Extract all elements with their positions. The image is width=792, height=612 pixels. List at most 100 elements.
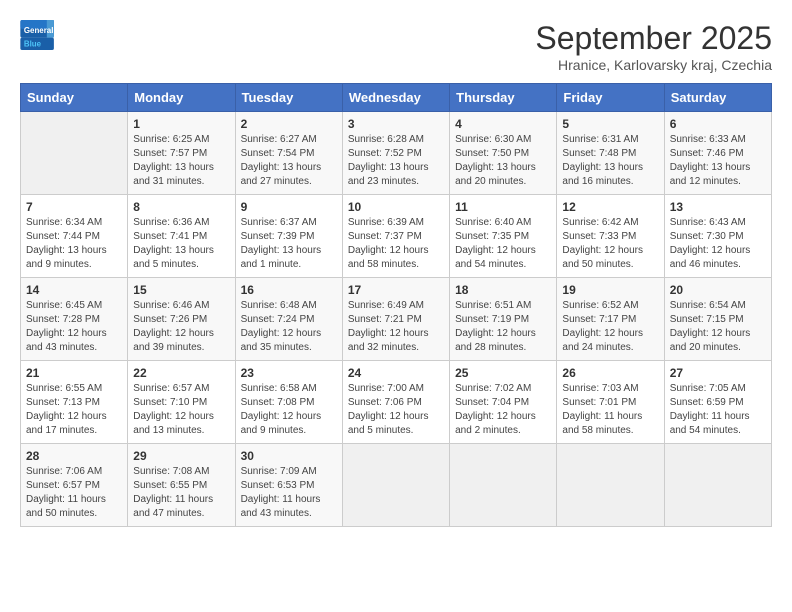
calendar-cell: 19 Sunrise: 6:52 AM Sunset: 7:17 PM Dayli…: [557, 278, 664, 361]
cell-content: Sunrise: 7:05 AM Sunset: 6:59 PM Dayligh…: [670, 382, 766, 438]
day-number: 22: [133, 366, 229, 380]
logo-icon: General Blue: [20, 20, 56, 50]
calendar-cell: 5Sunrise: 6:31 AM Sunset: 7:48 PM Daylig…: [557, 112, 664, 195]
location: Hranice, Karlovarsky kraj, Czechia: [535, 57, 772, 73]
cell-content: Sunrise: 6:42 AM Sunset: 7:33 PM Dayligh…: [562, 216, 658, 272]
cell-content: Sunrise: 6:46 AM Sunset: 7:26 PM Dayligh…: [133, 299, 229, 355]
calendar-cell: 18 Sunrise: 6:51 AM Sunset: 7:19 PM Dayli…: [450, 278, 557, 361]
calendar-cell: 10Sunrise: 6:39 AM Sunset: 7:37 PM Dayli…: [342, 195, 449, 278]
weekday-header: Friday: [557, 84, 664, 112]
cell-content: Sunrise: 6:55 AM Sunset: 7:13 PM Dayligh…: [26, 382, 122, 438]
calendar-cell: 11 Sunrise: 6:40 AM Sunset: 7:35 PM Dayli…: [450, 195, 557, 278]
cell-content: Sunrise: 6:45 AM Sunset: 7:28 PM Dayligh…: [26, 299, 122, 355]
cell-content: Sunrise: 7:09 AM Sunset: 6:53 PM Dayligh…: [241, 465, 337, 521]
day-number: 14: [26, 283, 122, 297]
day-number: 26: [562, 366, 658, 380]
calendar-cell: 28 Sunrise: 7:06 AM Sunset: 6:57 PM Dayli…: [21, 444, 128, 527]
svg-text:Blue: Blue: [24, 39, 42, 48]
calendar-cell: 25 Sunrise: 7:02 AM Sunset: 7:04 PM Dayli…: [450, 361, 557, 444]
calendar-cell: 8Sunrise: 6:36 AM Sunset: 7:41 PM Daylig…: [128, 195, 235, 278]
calendar-cell: 2Sunrise: 6:27 AM Sunset: 7:54 PM Daylig…: [235, 112, 342, 195]
cell-content: Sunrise: 6:52 AM Sunset: 7:17 PM Dayligh…: [562, 299, 658, 355]
page-header: General Blue September 2025 Hranice, Kar…: [20, 20, 772, 73]
cell-content: Sunrise: 7:00 AM Sunset: 7:06 PM Dayligh…: [348, 382, 444, 438]
cell-content: Sunrise: 6:51 AM Sunset: 7:19 PM Dayligh…: [455, 299, 551, 355]
day-number: 4: [455, 117, 551, 131]
calendar-cell: 13Sunrise: 6:43 AM Sunset: 7:30 PM Dayli…: [664, 195, 771, 278]
day-number: 28: [26, 449, 122, 463]
calendar-cell: [450, 444, 557, 527]
cell-content: Sunrise: 7:08 AM Sunset: 6:55 PM Dayligh…: [133, 465, 229, 521]
day-number: 1: [133, 117, 229, 131]
weekday-header-row: SundayMondayTuesdayWednesdayThursdayFrid…: [21, 84, 772, 112]
calendar-cell: 24 Sunrise: 7:00 AM Sunset: 7:06 PM Dayli…: [342, 361, 449, 444]
calendar-week-row: 1Sunrise: 6:25 AM Sunset: 7:57 PM Daylig…: [21, 112, 772, 195]
day-number: 12: [562, 200, 658, 214]
calendar-cell: 9 Sunrise: 6:37 AM Sunset: 7:39 PM Daylig…: [235, 195, 342, 278]
calendar-cell: 30Sunrise: 7:09 AM Sunset: 6:53 PM Dayli…: [235, 444, 342, 527]
title-block: September 2025 Hranice, Karlovarsky kraj…: [535, 20, 772, 73]
day-number: 3: [348, 117, 444, 131]
day-number: 10: [348, 200, 444, 214]
day-number: 11: [455, 200, 551, 214]
calendar-cell: 21 Sunrise: 6:55 AM Sunset: 7:13 PM Dayli…: [21, 361, 128, 444]
cell-content: Sunrise: 6:57 AM Sunset: 7:10 PM Dayligh…: [133, 382, 229, 438]
calendar-cell: 15Sunrise: 6:46 AM Sunset: 7:26 PM Dayli…: [128, 278, 235, 361]
day-number: 2: [241, 117, 337, 131]
cell-content: Sunrise: 6:54 AM Sunset: 7:15 PM Dayligh…: [670, 299, 766, 355]
weekday-header: Thursday: [450, 84, 557, 112]
cell-content: Sunrise: 6:40 AM Sunset: 7:35 PM Dayligh…: [455, 216, 551, 272]
day-number: 16: [241, 283, 337, 297]
day-number: 6: [670, 117, 766, 131]
calendar-cell: 20 Sunrise: 6:54 AM Sunset: 7:15 PM Dayli…: [664, 278, 771, 361]
day-number: 25: [455, 366, 551, 380]
cell-content: Sunrise: 6:36 AM Sunset: 7:41 PM Dayligh…: [133, 216, 229, 272]
cell-content: Sunrise: 6:31 AM Sunset: 7:48 PM Dayligh…: [562, 133, 658, 189]
calendar-week-row: 7 Sunrise: 6:34 AM Sunset: 7:44 PM Daylig…: [21, 195, 772, 278]
calendar-cell: 1Sunrise: 6:25 AM Sunset: 7:57 PM Daylig…: [128, 112, 235, 195]
cell-content: Sunrise: 6:34 AM Sunset: 7:44 PM Dayligh…: [26, 216, 122, 272]
day-number: 7: [26, 200, 122, 214]
calendar-week-row: 21 Sunrise: 6:55 AM Sunset: 7:13 PM Dayli…: [21, 361, 772, 444]
cell-content: Sunrise: 6:30 AM Sunset: 7:50 PM Dayligh…: [455, 133, 551, 189]
calendar-cell: 17Sunrise: 6:49 AM Sunset: 7:21 PM Dayli…: [342, 278, 449, 361]
day-number: 17: [348, 283, 444, 297]
calendar-cell: 23Sunrise: 6:58 AM Sunset: 7:08 PM Dayli…: [235, 361, 342, 444]
calendar-cell: 22 Sunrise: 6:57 AM Sunset: 7:10 PM Dayli…: [128, 361, 235, 444]
day-number: 19: [562, 283, 658, 297]
calendar-cell: 26 Sunrise: 7:03 AM Sunset: 7:01 PM Dayli…: [557, 361, 664, 444]
weekday-header: Saturday: [664, 84, 771, 112]
calendar-cell: [342, 444, 449, 527]
cell-content: Sunrise: 7:03 AM Sunset: 7:01 PM Dayligh…: [562, 382, 658, 438]
weekday-header: Wednesday: [342, 84, 449, 112]
calendar-cell: 27 Sunrise: 7:05 AM Sunset: 6:59 PM Dayli…: [664, 361, 771, 444]
calendar-week-row: 28 Sunrise: 7:06 AM Sunset: 6:57 PM Dayli…: [21, 444, 772, 527]
cell-content: Sunrise: 6:58 AM Sunset: 7:08 PM Dayligh…: [241, 382, 337, 438]
day-number: 21: [26, 366, 122, 380]
calendar-cell: [557, 444, 664, 527]
calendar-cell: 6 Sunrise: 6:33 AM Sunset: 7:46 PM Daylig…: [664, 112, 771, 195]
calendar-cell: 7 Sunrise: 6:34 AM Sunset: 7:44 PM Daylig…: [21, 195, 128, 278]
cell-content: Sunrise: 6:37 AM Sunset: 7:39 PM Dayligh…: [241, 216, 337, 272]
cell-content: Sunrise: 7:06 AM Sunset: 6:57 PM Dayligh…: [26, 465, 122, 521]
cell-content: Sunrise: 6:28 AM Sunset: 7:52 PM Dayligh…: [348, 133, 444, 189]
calendar-cell: [21, 112, 128, 195]
day-number: 27: [670, 366, 766, 380]
calendar-cell: 12 Sunrise: 6:42 AM Sunset: 7:33 PM Dayli…: [557, 195, 664, 278]
cell-content: Sunrise: 6:48 AM Sunset: 7:24 PM Dayligh…: [241, 299, 337, 355]
calendar-cell: 29Sunrise: 7:08 AM Sunset: 6:55 PM Dayli…: [128, 444, 235, 527]
calendar-table: SundayMondayTuesdayWednesdayThursdayFrid…: [20, 83, 772, 527]
day-number: 9: [241, 200, 337, 214]
calendar-cell: [664, 444, 771, 527]
day-number: 24: [348, 366, 444, 380]
calendar-cell: 16 Sunrise: 6:48 AM Sunset: 7:24 PM Dayli…: [235, 278, 342, 361]
day-number: 18: [455, 283, 551, 297]
weekday-header: Monday: [128, 84, 235, 112]
cell-content: Sunrise: 7:02 AM Sunset: 7:04 PM Dayligh…: [455, 382, 551, 438]
cell-content: Sunrise: 6:43 AM Sunset: 7:30 PM Dayligh…: [670, 216, 766, 272]
weekday-header: Tuesday: [235, 84, 342, 112]
calendar-cell: 4 Sunrise: 6:30 AM Sunset: 7:50 PM Daylig…: [450, 112, 557, 195]
cell-content: Sunrise: 6:33 AM Sunset: 7:46 PM Dayligh…: [670, 133, 766, 189]
day-number: 20: [670, 283, 766, 297]
calendar-week-row: 14 Sunrise: 6:45 AM Sunset: 7:28 PM Dayli…: [21, 278, 772, 361]
